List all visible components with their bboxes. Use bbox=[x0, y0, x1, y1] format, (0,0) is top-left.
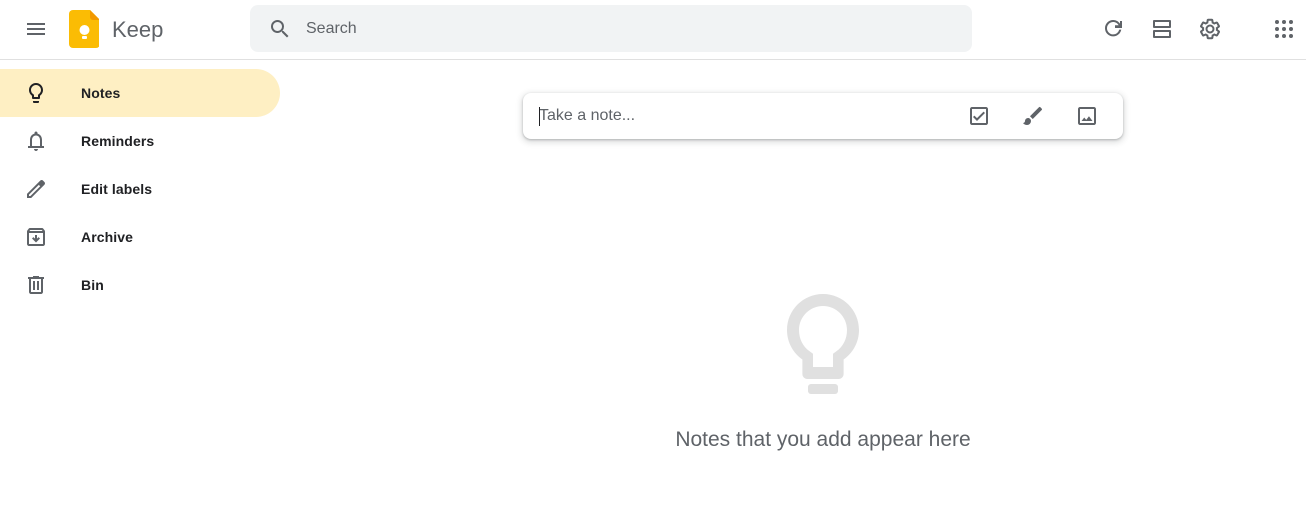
new-drawing-button[interactable] bbox=[1013, 96, 1053, 136]
sidebar-item-reminders[interactable]: Reminders bbox=[0, 117, 280, 165]
image-icon bbox=[1078, 107, 1096, 125]
list-view-button[interactable] bbox=[1142, 9, 1182, 49]
new-list-button[interactable] bbox=[959, 96, 999, 136]
pencil-icon bbox=[27, 180, 46, 198]
sidebar-item-label: Reminders bbox=[81, 133, 155, 149]
trash-icon bbox=[28, 276, 44, 294]
sidebar-item-label: Archive bbox=[81, 229, 134, 245]
search-icon bbox=[271, 20, 289, 38]
hamburger-menu-icon bbox=[27, 23, 45, 35]
list-view-icon bbox=[1153, 20, 1171, 38]
google-apps-button[interactable] bbox=[1264, 9, 1304, 49]
sidebar-item-archive[interactable]: Archive bbox=[0, 213, 280, 261]
apps-grid-icon bbox=[1275, 20, 1293, 38]
checkbox-icon bbox=[970, 107, 988, 125]
sidebar-item-edit-labels[interactable]: Edit labels bbox=[0, 165, 280, 213]
text-cursor bbox=[539, 107, 540, 126]
top-app-bar: Keep bbox=[0, 0, 1306, 60]
sidebar-item-label: Bin bbox=[81, 277, 104, 293]
lightbulb-icon bbox=[787, 294, 859, 394]
refresh-button[interactable] bbox=[1094, 9, 1134, 49]
take-note-bar[interactable] bbox=[523, 93, 1123, 139]
app-title[interactable]: Keep bbox=[112, 17, 163, 43]
search-button[interactable] bbox=[260, 9, 300, 49]
sidebar-nav: Notes Reminders Edit labels Archive Bin bbox=[0, 69, 280, 309]
settings-button[interactable] bbox=[1190, 9, 1230, 49]
gear-icon bbox=[1199, 18, 1221, 40]
new-image-note-button[interactable] bbox=[1067, 96, 1107, 136]
lightbulb-icon bbox=[29, 83, 43, 103]
empty-state-message: Notes that you add appear here bbox=[675, 428, 971, 451]
sidebar-item-label: Edit labels bbox=[81, 181, 153, 197]
sidebar-item-bin[interactable]: Bin bbox=[0, 261, 280, 309]
archive-icon bbox=[27, 228, 45, 246]
sidebar-item-label: Notes bbox=[81, 85, 121, 101]
sidebar-item-notes[interactable]: Notes bbox=[0, 69, 280, 117]
refresh-icon bbox=[1105, 20, 1122, 37]
bell-icon bbox=[28, 131, 44, 151]
search-input[interactable] bbox=[306, 5, 946, 52]
take-note-input[interactable] bbox=[539, 93, 939, 139]
keep-logo[interactable] bbox=[69, 10, 99, 48]
search-bar[interactable] bbox=[250, 5, 972, 52]
main-menu-button[interactable] bbox=[16, 9, 56, 49]
brush-icon bbox=[1023, 106, 1043, 125]
